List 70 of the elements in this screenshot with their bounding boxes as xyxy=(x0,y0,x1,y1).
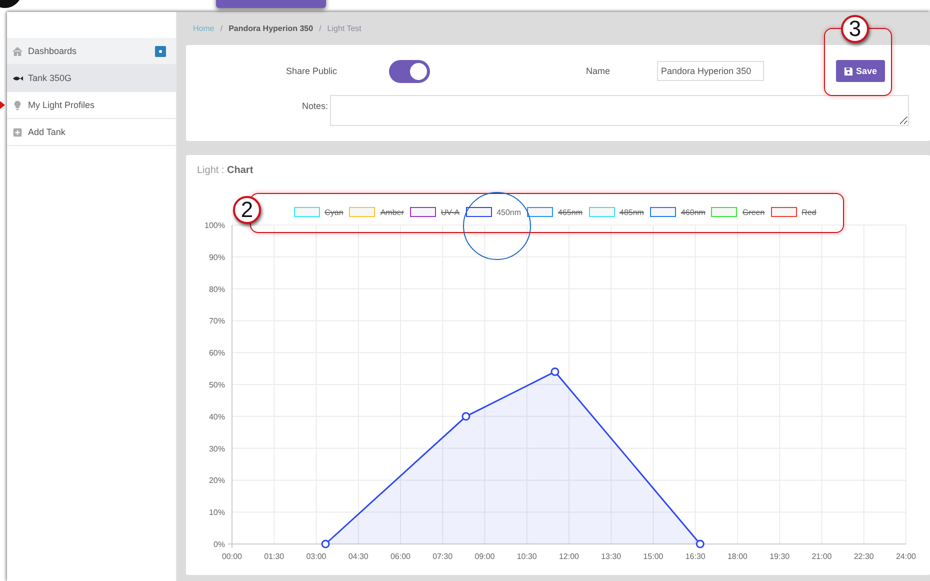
breadcrumb-current: Light Test xyxy=(327,24,362,33)
breadcrumb-item[interactable]: Pandora Hyperion 350 xyxy=(228,24,314,33)
x-tick-label: 22:30 xyxy=(854,552,874,561)
x-tick-label: 18:00 xyxy=(727,552,748,561)
x-tick-label: 12:00 xyxy=(558,552,580,561)
breadcrumb-separator: / xyxy=(220,24,223,33)
legend-item[interactable]: Green xyxy=(711,205,765,219)
legend-label: 485nm xyxy=(620,208,644,216)
legend-label: 465nm xyxy=(558,208,582,216)
bulb-icon xyxy=(12,100,23,110)
data-point xyxy=(696,540,704,548)
x-tick-label: 09:00 xyxy=(474,552,495,561)
y-tick-label: 0% xyxy=(213,540,225,549)
legend-label: Amber xyxy=(380,208,404,216)
y-tick-label: 30% xyxy=(208,444,225,454)
legend-item[interactable]: UV-A xyxy=(410,205,460,219)
legend-label: 450nm xyxy=(496,208,522,216)
floppy-icon xyxy=(844,66,853,76)
legend-item[interactable]: 450nm xyxy=(466,205,522,219)
notes-field[interactable] xyxy=(330,95,909,126)
legend-item[interactable]: Red xyxy=(770,205,816,219)
y-tick-label: 60% xyxy=(208,348,225,358)
y-tick-label: 100% xyxy=(204,221,225,230)
legend-item[interactable]: 460nm xyxy=(650,205,706,219)
data-point xyxy=(550,368,560,376)
x-tick-label: 13:30 xyxy=(601,552,622,561)
x-tick-label: 16:30 xyxy=(685,552,706,561)
data-point xyxy=(321,540,330,548)
highlight-ring xyxy=(463,192,531,260)
legend-label: Red xyxy=(802,208,816,216)
y-tick-label: 10% xyxy=(208,508,225,518)
chart-title: Light : Chart xyxy=(196,164,254,178)
plus-square-icon xyxy=(12,126,23,138)
legend-item[interactable]: 465nm xyxy=(527,205,582,219)
x-tick-label: 10:30 xyxy=(516,552,537,561)
x-tick-label: 15:00 xyxy=(643,552,664,561)
x-tick-label: 00:00 xyxy=(222,552,242,561)
legend-label: Cyan xyxy=(324,208,344,216)
legend-label: UV-A xyxy=(440,208,460,216)
y-tick-label: 50% xyxy=(208,380,225,390)
home-icon xyxy=(12,46,23,56)
legend-item[interactable]: Cyan xyxy=(294,205,344,219)
y-tick-label: 70% xyxy=(208,316,225,326)
y-tick-label: 90% xyxy=(208,252,225,262)
x-tick-label: 07:30 xyxy=(432,552,453,561)
breadcrumb-separator: / xyxy=(319,24,322,33)
y-tick-label: 80% xyxy=(208,284,225,294)
x-tick-label: 06:00 xyxy=(390,552,411,561)
x-tick-label: 01:30 xyxy=(264,552,284,561)
name-label: Name xyxy=(586,66,610,76)
legend-item[interactable]: Amber xyxy=(349,205,404,219)
sidebar-item[interactable]: Tank 350G xyxy=(7,65,176,92)
pointer-arrow xyxy=(0,101,5,109)
y-tick-label: 40% xyxy=(208,412,225,422)
notes-label: Notes: xyxy=(300,100,328,111)
legend-item[interactable]: 485nm xyxy=(588,205,644,219)
x-tick-label: 04:30 xyxy=(348,552,368,561)
name-field[interactable]: Pandora Hyperion 350 xyxy=(657,61,764,81)
x-tick-label: 19:30 xyxy=(770,552,790,561)
share-toggle[interactable] xyxy=(389,60,430,82)
legend-label: Green xyxy=(742,208,765,216)
x-tick-label: 21:00 xyxy=(812,552,832,561)
x-tick-label: 24:00 xyxy=(896,552,916,561)
x-tick-label: 03:00 xyxy=(306,552,326,561)
save-button[interactable]: Save xyxy=(836,60,886,82)
y-tick-label: 20% xyxy=(208,476,225,486)
sidebar-item[interactable]: Dashboards xyxy=(7,38,176,65)
legend-label: 460nm xyxy=(680,208,706,216)
share-label: Share Public xyxy=(284,66,337,76)
data-point xyxy=(462,412,470,421)
